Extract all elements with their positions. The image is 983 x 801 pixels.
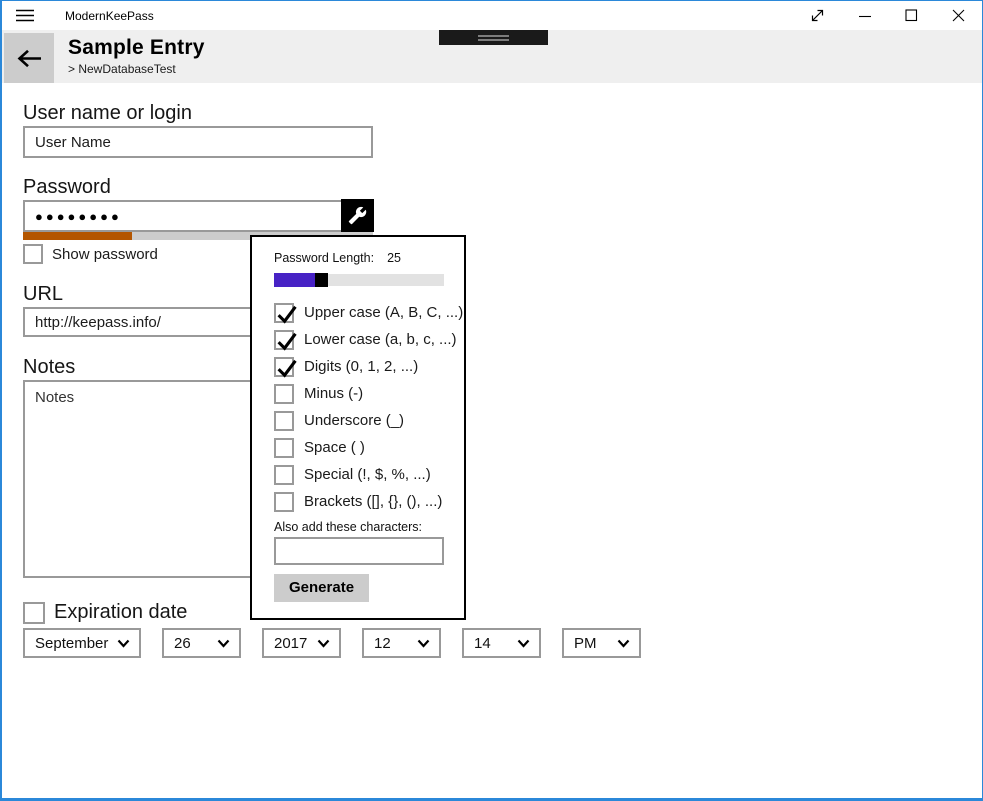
expiration-date-pickers: September 26 2017 12 14 PM — [23, 628, 982, 658]
day-dropdown[interactable]: 26 — [162, 628, 241, 658]
month-value: September — [35, 635, 108, 652]
digits-checkbox[interactable] — [274, 357, 294, 377]
slider-fill — [274, 273, 315, 287]
breadcrumb: > NewDatabaseTest — [68, 62, 205, 76]
password-length-row: Password Length: 25 — [274, 251, 464, 265]
fullscreen-icon — [809, 7, 826, 24]
header-text: Sample Entry > NewDatabaseTest — [68, 36, 205, 76]
option-underscore[interactable]: Underscore (_) — [274, 407, 464, 434]
chevron-down-icon — [117, 639, 130, 648]
option-minus[interactable]: Minus (-) — [274, 380, 464, 407]
hamburger-menu-button[interactable] — [2, 1, 48, 30]
password-field — [23, 200, 373, 232]
password-length-label: Password Length: — [274, 251, 374, 265]
fullscreen-button[interactable] — [794, 1, 841, 30]
underscore-checkbox[interactable] — [274, 411, 294, 431]
chevron-down-icon — [317, 639, 330, 648]
hour-dropdown[interactable]: 12 — [362, 628, 441, 658]
hamburger-icon — [16, 9, 34, 22]
username-input[interactable] — [23, 126, 373, 158]
year-dropdown[interactable]: 2017 — [262, 628, 341, 658]
brackets-label: Brackets ([], {}, (), ...) — [304, 493, 442, 510]
ampm-value: PM — [574, 635, 597, 652]
month-dropdown[interactable]: September — [23, 628, 141, 658]
character-options: Upper case (A, B, C, ...) Lower case (a,… — [274, 299, 464, 515]
expiration-checkbox[interactable] — [23, 602, 45, 624]
special-label: Special (!, $, %, ...) — [304, 466, 431, 483]
generate-button[interactable]: Generate — [274, 574, 369, 602]
slider-track — [328, 274, 444, 286]
entry-form: User name or login Password Show p — [2, 83, 982, 798]
checkmark-icon — [275, 302, 299, 326]
lowercase-label: Lower case (a, b, c, ...) — [304, 331, 457, 348]
special-checkbox[interactable] — [274, 465, 294, 485]
chevron-down-icon — [417, 639, 430, 648]
minimize-icon — [859, 10, 871, 22]
lowercase-checkbox[interactable] — [274, 330, 294, 350]
minute-value: 14 — [474, 635, 491, 652]
option-digits[interactable]: Digits (0, 1, 2, ...) — [274, 353, 464, 380]
expiration-row[interactable]: Expiration date — [23, 601, 982, 624]
back-arrow-icon — [16, 49, 43, 68]
close-button[interactable] — [935, 1, 982, 30]
password-length-slider[interactable] — [274, 273, 444, 287]
day-value: 26 — [174, 635, 191, 652]
minus-label: Minus (-) — [304, 385, 363, 402]
also-add-label: Also add these characters: — [274, 520, 464, 534]
also-add-input[interactable] — [274, 537, 444, 565]
digits-label: Digits (0, 1, 2, ...) — [304, 358, 418, 375]
year-value: 2017 — [274, 635, 307, 652]
ampm-dropdown[interactable]: PM — [562, 628, 641, 658]
username-label: User name or login — [23, 100, 982, 126]
notes-label: Notes — [23, 354, 982, 380]
minimize-button[interactable] — [841, 1, 888, 30]
checkmark-icon — [275, 329, 299, 353]
grip-line-icon — [478, 35, 509, 37]
minute-dropdown[interactable]: 14 — [462, 628, 541, 658]
titlebar: ModernKeePass — [2, 1, 982, 30]
checkmark-icon — [275, 356, 299, 380]
option-special[interactable]: Special (!, $, %, ...) — [274, 461, 464, 488]
slider-thumb[interactable] — [315, 273, 328, 287]
chevron-down-icon — [517, 639, 530, 648]
underscore-label: Underscore (_) — [304, 412, 404, 429]
chevron-down-icon — [217, 639, 230, 648]
back-button[interactable] — [4, 33, 54, 83]
option-uppercase[interactable]: Upper case (A, B, C, ...) — [274, 299, 464, 326]
wrench-icon — [348, 206, 367, 225]
grip-line-icon — [478, 39, 509, 41]
expiration-label: Expiration date — [54, 601, 187, 624]
space-checkbox[interactable] — [274, 438, 294, 458]
password-generator-flyout: Password Length: 25 Upper case (A, B, C,… — [250, 235, 466, 620]
minus-checkbox[interactable] — [274, 384, 294, 404]
page-title: Sample Entry — [68, 36, 205, 60]
option-lowercase[interactable]: Lower case (a, b, c, ...) — [274, 326, 464, 353]
maximize-icon — [905, 9, 918, 22]
password-input[interactable] — [23, 200, 373, 232]
window-controls — [794, 1, 982, 30]
password-length-value: 25 — [387, 251, 401, 265]
password-label: Password — [23, 174, 982, 200]
chevron-down-icon — [617, 639, 630, 648]
brackets-checkbox[interactable] — [274, 492, 294, 512]
app-window: ModernKeePass — [0, 0, 983, 801]
show-password-row[interactable]: Show password — [23, 244, 982, 264]
maximize-button[interactable] — [888, 1, 935, 30]
space-label: Space ( ) — [304, 439, 365, 456]
url-label: URL — [23, 281, 982, 307]
uppercase-label: Upper case (A, B, C, ...) — [304, 304, 463, 321]
password-strength-fill — [23, 232, 132, 240]
uppercase-checkbox[interactable] — [274, 303, 294, 323]
close-icon — [952, 9, 965, 22]
hour-value: 12 — [374, 635, 391, 652]
show-password-checkbox[interactable] — [23, 244, 43, 264]
app-title: ModernKeePass — [65, 9, 154, 23]
password-generator-button[interactable] — [341, 199, 374, 232]
commandbar-grip[interactable] — [439, 30, 548, 45]
option-space[interactable]: Space ( ) — [274, 434, 464, 461]
option-brackets[interactable]: Brackets ([], {}, (), ...) — [274, 488, 464, 515]
show-password-label: Show password — [52, 246, 158, 263]
